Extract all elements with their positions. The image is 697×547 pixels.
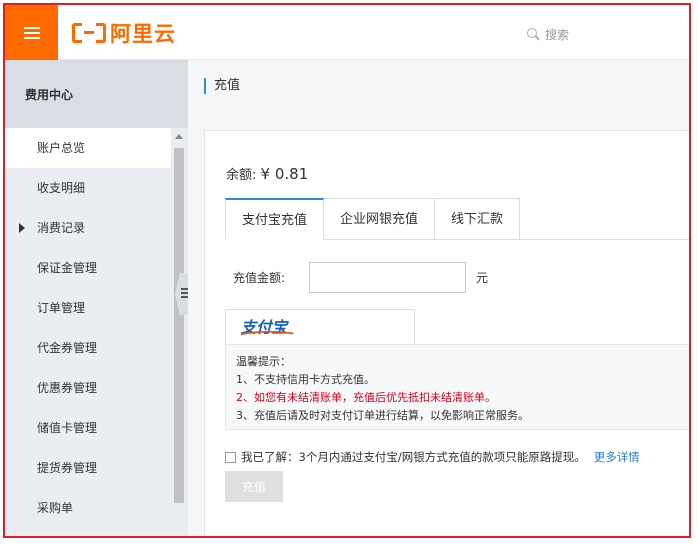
more-details-link[interactable]: 更多详情 (594, 449, 640, 465)
scrollbar-thumb[interactable] (174, 148, 184, 503)
logo-text: 阿里云 (110, 22, 176, 46)
sidebar-item-consumption-records[interactable]: 消费记录 (5, 208, 171, 248)
amount-input[interactable] (309, 261, 466, 293)
sidebar-scrollbar[interactable] (172, 128, 186, 536)
tab-alipay[interactable]: 支付宝充值 (225, 198, 325, 240)
sidebar-item-label: 采购单 (37, 501, 74, 515)
scroll-up-arrow-icon[interactable] (175, 134, 183, 139)
hamburger-menu-button[interactable] (5, 5, 58, 60)
expand-arrow-icon (19, 223, 25, 233)
amount-row: 充值金额: 元 (233, 261, 488, 293)
balance-display: 余额: ¥ 0.81 (226, 164, 308, 183)
notice-box: 温馨提示： 1、不支持信用卡方式充值。 2、如您有未结清账单，充值后优先抵扣未结… (225, 344, 689, 430)
sidebar-item-purchase-orders[interactable]: 采购单 (5, 488, 171, 528)
tab-offline-transfer[interactable]: 线下汇款 (435, 198, 521, 240)
sidebar-item-label: 订单管理 (37, 301, 86, 315)
recharge-submit-button[interactable]: 充值 (225, 471, 283, 502)
menu-icon (24, 27, 40, 29)
aliyun-logo-icon (72, 23, 106, 43)
amount-label: 充值金额: (233, 270, 286, 285)
sidebar-item-label: 提货券管理 (37, 461, 98, 475)
sidebar-item-label: 消费记录 (37, 221, 86, 235)
sidebar-menu: 账户总览 收支明细 消费记录 保证金管理 订单管理 代金券管理 优惠券管理 储值… (5, 128, 171, 528)
page-title: 充值 (204, 78, 240, 94)
agreement-row: 我已了解：3个月内通过支付宝/网银方式充值的款项只能原路提现。 更多详情 (225, 449, 640, 465)
sidebar-item-orders[interactable]: 订单管理 (5, 288, 171, 328)
alipay-method-option[interactable]: 支付宝 (225, 309, 415, 345)
sidebar-item-label: 保证金管理 (37, 261, 98, 275)
recharge-panel: 余额: ¥ 0.81 支付宝充值 企业网银充值 线下汇款 充值金额: 元 支付宝 (204, 130, 689, 536)
notice-title: 温馨提示： (236, 355, 291, 368)
sidebar-item-label: 优惠券管理 (37, 381, 98, 395)
main-content: 充值 余额: ¥ 0.81 支付宝充值 企业网银充值 线下汇款 充值金额: 元 … (188, 60, 689, 536)
amount-unit: 元 (476, 270, 489, 285)
sidebar-item-transactions[interactable]: 收支明细 (5, 168, 171, 208)
top-navbar: 阿里云 搜索 (5, 5, 689, 60)
notice-line-3: 3、充值后请及时对支付订单进行结算，以免影响正常服务。 (236, 409, 529, 422)
sidebar-item-pickup-coupons[interactable]: 提货券管理 (5, 448, 171, 488)
sidebar-item-label: 账户总览 (37, 141, 86, 155)
sidebar-item-vouchers[interactable]: 代金券管理 (5, 328, 171, 368)
sidebar-item-deposit[interactable]: 保证金管理 (5, 248, 171, 288)
search-placeholder: 搜索 (545, 27, 570, 42)
payment-tabs: 支付宝充值 企业网银充值 线下汇款 (225, 198, 521, 240)
sidebar-item-label: 储值卡管理 (37, 421, 98, 435)
sidebar-title: 费用中心 (5, 60, 188, 128)
sidebar-item-label: 代金券管理 (37, 341, 98, 355)
notice-line-2: 2、如您有未结清账单，充值后优先抵扣未结清账单。 (236, 391, 496, 404)
sidebar-item-coupons[interactable]: 优惠券管理 (5, 368, 171, 408)
sidebar-item-label: 收支明细 (37, 181, 86, 195)
search-box[interactable]: 搜索 (527, 25, 569, 43)
agree-checkbox[interactable] (225, 451, 236, 463)
sidebar-item-account-overview[interactable]: 账户总览 (5, 128, 171, 168)
sidebar-item-stored-value-cards[interactable]: 储值卡管理 (5, 408, 171, 448)
tab-enterprise-bank[interactable]: 企业网银充值 (324, 198, 436, 240)
sidebar: 费用中心 账户总览 收支明细 消费记录 保证金管理 订单管理 代金券管理 优惠券… (5, 60, 188, 536)
aliyun-logo[interactable]: 阿里云 (72, 19, 176, 47)
alipay-logo: 支付宝 (240, 318, 294, 336)
balance-value: ¥ 0.81 (260, 165, 309, 183)
search-icon (527, 28, 540, 41)
app-window: 阿里云 搜索 费用中心 账户总览 收支明细 消费记录 保证金管理 订单管理 代金… (3, 3, 691, 538)
balance-label: 余额: (226, 168, 257, 183)
agree-text: 我已了解：3个月内通过支付宝/网银方式充值的款项只能原路提现。 (241, 450, 586, 464)
notice-line-1: 1、不支持信用卡方式充值。 (236, 373, 375, 386)
menu-icon-line (24, 32, 40, 34)
menu-icon-line (24, 37, 40, 39)
